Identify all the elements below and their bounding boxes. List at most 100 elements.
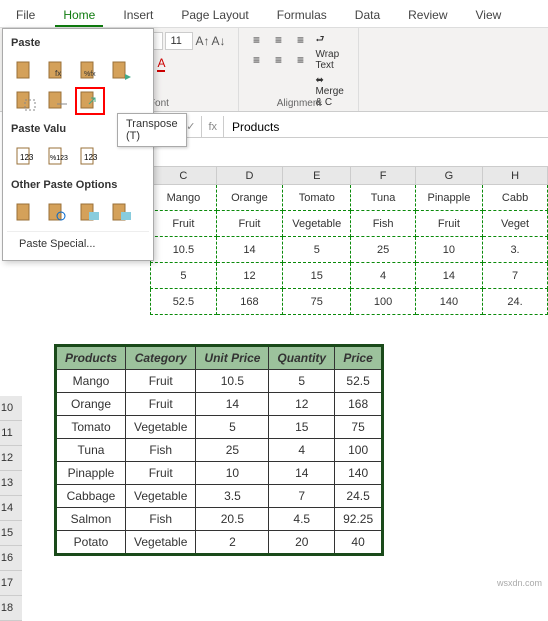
row-header[interactable]: 14 xyxy=(0,496,22,521)
cell[interactable]: Fruit xyxy=(415,211,482,237)
cell[interactable]: Fruit xyxy=(126,462,196,485)
cell[interactable]: 168 xyxy=(335,393,383,416)
col-header[interactable]: F xyxy=(351,167,415,185)
paste-values-number-format[interactable]: %123 xyxy=(43,143,73,171)
cell[interactable]: 3. xyxy=(483,237,548,263)
cell[interactable]: 14 xyxy=(415,263,482,289)
col-header[interactable]: E xyxy=(283,167,351,185)
cell[interactable]: Vegetable xyxy=(126,416,196,439)
paste-linked-picture[interactable] xyxy=(107,199,137,227)
cell[interactable]: 4.5 xyxy=(269,508,335,531)
increase-font-icon[interactable]: A↑ xyxy=(195,34,209,48)
cell[interactable]: Salmon xyxy=(56,508,126,531)
col-header[interactable]: D xyxy=(216,167,282,185)
col-header[interactable]: C xyxy=(151,167,217,185)
tab-formulas[interactable]: Formulas xyxy=(269,4,335,27)
row-header[interactable]: 12 xyxy=(0,446,22,471)
cell[interactable]: 140 xyxy=(335,462,383,485)
cell[interactable]: 10.5 xyxy=(151,237,217,263)
font-size-select[interactable]: 11 xyxy=(165,32,193,50)
cell[interactable]: Fish xyxy=(351,211,415,237)
cell[interactable]: 15 xyxy=(269,416,335,439)
cell[interactable]: Cabbage xyxy=(56,485,126,508)
cell[interactable]: 14 xyxy=(196,393,269,416)
row-header[interactable]: 15 xyxy=(0,521,22,546)
wrap-text-button[interactable]: ⮐ Wrap Text xyxy=(315,32,350,71)
cell[interactable]: 10 xyxy=(196,462,269,485)
cell[interactable]: Veget xyxy=(483,211,548,237)
align-right-icon[interactable]: ≡ xyxy=(291,52,309,68)
cell[interactable]: 5 xyxy=(283,237,351,263)
row-header[interactable]: 11 xyxy=(0,421,22,446)
cell[interactable]: 20 xyxy=(269,531,335,555)
table-header[interactable]: Quantity xyxy=(269,346,335,370)
cell[interactable]: Tuna xyxy=(56,439,126,462)
products-table[interactable]: Products Category Unit Price Quantity Pr… xyxy=(54,344,384,556)
align-middle-icon[interactable]: ≡ xyxy=(269,32,287,48)
cell[interactable]: Vegetable xyxy=(283,211,351,237)
paste-option-normal[interactable] xyxy=(11,57,41,85)
cell[interactable]: Vegetable xyxy=(126,485,196,508)
formula-input[interactable] xyxy=(224,116,548,137)
cell[interactable]: Mango xyxy=(151,185,217,211)
paste-option-formulas-number[interactable]: %fx xyxy=(75,57,105,85)
cell[interactable]: 100 xyxy=(335,439,383,462)
cell[interactable]: Fish xyxy=(126,508,196,531)
cell[interactable]: 100 xyxy=(351,289,415,315)
row-header[interactable]: 10 xyxy=(0,396,22,421)
tab-page-layout[interactable]: Page Layout xyxy=(173,4,256,27)
cell[interactable]: 92.25 xyxy=(335,508,383,531)
cell[interactable]: Fruit xyxy=(126,393,196,416)
align-top-icon[interactable]: ≡ xyxy=(247,32,265,48)
cell[interactable]: Orange xyxy=(216,185,282,211)
table-header[interactable]: Category xyxy=(126,346,196,370)
paste-picture[interactable] xyxy=(75,199,105,227)
cell[interactable]: 14 xyxy=(216,237,282,263)
table-header[interactable]: Price xyxy=(335,346,383,370)
cell[interactable]: Orange xyxy=(56,393,126,416)
fx-button[interactable]: fx xyxy=(202,116,224,137)
cell[interactable]: 7 xyxy=(269,485,335,508)
cell[interactable]: Pinapple xyxy=(56,462,126,485)
tab-file[interactable]: File xyxy=(8,4,43,27)
col-header[interactable]: G xyxy=(415,167,482,185)
cell[interactable]: 5 xyxy=(269,370,335,393)
paste-option-keep-source[interactable] xyxy=(107,57,137,85)
paste-option-no-borders[interactable] xyxy=(11,87,41,115)
paste-option-keep-width[interactable] xyxy=(43,87,73,115)
align-center-icon[interactable]: ≡ xyxy=(269,52,287,68)
paste-special-menu[interactable]: Paste Special... xyxy=(7,231,149,256)
cell[interactable]: Fruit xyxy=(216,211,282,237)
cell[interactable]: 168 xyxy=(216,289,282,315)
cell[interactable]: Fruit xyxy=(151,211,217,237)
cell[interactable]: 40 xyxy=(335,531,383,555)
col-header[interactable]: H xyxy=(483,167,548,185)
cell[interactable]: 4 xyxy=(269,439,335,462)
cell[interactable]: Mango xyxy=(56,370,126,393)
cell[interactable]: 52.5 xyxy=(151,289,217,315)
cell[interactable]: 24. xyxy=(483,289,548,315)
paste-option-formulas[interactable]: fx xyxy=(43,57,73,85)
paste-values-source-format[interactable]: 123 xyxy=(75,143,105,171)
cell[interactable]: Cabb xyxy=(483,185,548,211)
cell[interactable]: 5 xyxy=(196,416,269,439)
cell[interactable]: 20.5 xyxy=(196,508,269,531)
cell[interactable]: Potato xyxy=(56,531,126,555)
align-left-icon[interactable]: ≡ xyxy=(247,52,265,68)
font-color-button[interactable]: A xyxy=(157,56,165,72)
cell[interactable]: 140 xyxy=(415,289,482,315)
cell[interactable]: 12 xyxy=(216,263,282,289)
cell[interactable]: 14 xyxy=(269,462,335,485)
cell[interactable]: 5 xyxy=(151,263,217,289)
cell[interactable]: 52.5 xyxy=(335,370,383,393)
cell[interactable]: 24.5 xyxy=(335,485,383,508)
paste-option-transpose[interactable] xyxy=(75,87,105,115)
paste-link[interactable] xyxy=(43,199,73,227)
table-header[interactable]: Unit Price xyxy=(196,346,269,370)
tab-view[interactable]: View xyxy=(468,4,510,27)
cell[interactable]: 25 xyxy=(196,439,269,462)
cell[interactable]: Vegetable xyxy=(126,531,196,555)
cell[interactable]: 10 xyxy=(415,237,482,263)
paste-values-only[interactable]: 123 xyxy=(11,143,41,171)
cell[interactable]: Tomato xyxy=(56,416,126,439)
